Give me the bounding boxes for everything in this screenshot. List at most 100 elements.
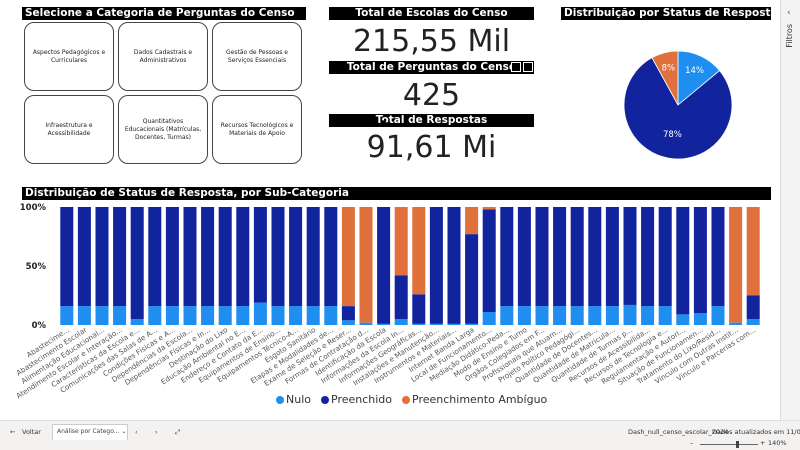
focus-mode-icon[interactable] [511, 62, 521, 72]
page-tab-analise[interactable]: Análise por Catego... ⌄ [52, 424, 128, 440]
bar-segment[interactable] [165, 207, 179, 307]
bar-segment[interactable] [465, 323, 479, 325]
bar-segment[interactable] [218, 306, 232, 325]
bar-segment[interactable] [676, 314, 690, 325]
bar-segment[interactable] [588, 207, 602, 307]
bar-segment[interactable] [535, 207, 549, 307]
chevron-left-icon[interactable]: ‹ [135, 428, 138, 436]
bar-segment[interactable] [623, 207, 637, 305]
bar-segment[interactable] [95, 306, 109, 325]
bar-segment[interactable] [130, 319, 144, 325]
bar-segment[interactable] [95, 207, 109, 307]
bar-segment[interactable] [517, 207, 531, 307]
bar-segment[interactable] [289, 207, 303, 307]
bar-segment[interactable] [201, 306, 215, 325]
bar-segment[interactable] [60, 306, 74, 325]
bar-segment[interactable] [412, 294, 426, 324]
bar-segment[interactable] [658, 207, 672, 307]
bar-segment[interactable] [113, 306, 127, 325]
bar-segment[interactable] [500, 207, 514, 307]
category-button[interactable]: Gestão de Pessoas e Serviços Essenciais [212, 22, 302, 91]
category-button[interactable]: Recursos Tecnológicos e Materiais de Apo… [212, 95, 302, 164]
bar-segment[interactable] [605, 207, 619, 307]
bar-segment[interactable] [482, 209, 496, 313]
subcategory-stacked-bar-chart[interactable]: 0%50%100%Abastecime...Abastecimento Esco… [0, 198, 780, 403]
bar-segment[interactable] [253, 207, 267, 303]
bar-segment[interactable] [341, 320, 355, 325]
bar-segment[interactable] [535, 306, 549, 325]
bar-segment[interactable] [623, 304, 637, 325]
bar-segment[interactable] [60, 207, 74, 307]
bar-segment[interactable] [236, 306, 250, 325]
bar-segment[interactable] [746, 295, 760, 320]
bar-segment[interactable] [693, 313, 707, 325]
bar-segment[interactable] [324, 207, 338, 307]
bar-segment[interactable] [553, 207, 567, 307]
category-button[interactable]: Quantitativos Educacionais (Matrículas, … [118, 95, 208, 164]
back-button[interactable]: Voltar [22, 428, 41, 436]
legend-entry-nulo[interactable]: Nulo [276, 393, 311, 406]
bar-segment[interactable] [412, 323, 426, 325]
zoom-slider[interactable] [700, 444, 758, 445]
bar-segment[interactable] [412, 207, 426, 295]
bar-segment[interactable] [289, 306, 303, 325]
bar-segment[interactable] [77, 207, 91, 307]
status-pie-chart[interactable]: 14% 78% 8% [608, 35, 748, 175]
bar-segment[interactable] [377, 323, 391, 325]
bar-segment[interactable] [570, 207, 584, 307]
bar-segment[interactable] [746, 319, 760, 325]
bar-segment[interactable] [341, 306, 355, 321]
bar-segment[interactable] [482, 207, 496, 210]
bar-segment[interactable] [729, 322, 743, 325]
bar-segment[interactable] [429, 207, 443, 324]
bar-segment[interactable] [711, 306, 725, 325]
bar-segment[interactable] [465, 234, 479, 324]
bar-segment[interactable] [729, 207, 743, 323]
bar-segment[interactable] [77, 306, 91, 325]
bar-segment[interactable] [394, 275, 408, 320]
legend-entry-ambiguo[interactable]: Preenchimento Ambíguo [402, 393, 547, 406]
category-button[interactable]: Dados Cadastrais e Administrativos [118, 22, 208, 91]
bar-segment[interactable] [218, 207, 232, 307]
bar-segment[interactable] [447, 207, 461, 324]
bar-segment[interactable] [183, 207, 197, 307]
bar-segment[interactable] [394, 207, 408, 276]
bar-segment[interactable] [429, 323, 443, 325]
bar-segment[interactable] [605, 306, 619, 325]
bar-segment[interactable] [676, 207, 690, 315]
legend-entry-preenchido[interactable]: Preenchido [321, 393, 392, 406]
bar-segment[interactable] [447, 323, 461, 325]
zoom-slider-thumb[interactable] [736, 441, 739, 448]
bar-segment[interactable] [148, 306, 162, 325]
bar-segment[interactable] [306, 207, 320, 307]
bar-segment[interactable] [693, 207, 707, 314]
bar-segment[interactable] [641, 306, 655, 325]
bar-segment[interactable] [517, 306, 531, 325]
bar-segment[interactable] [271, 207, 285, 307]
filters-pane-collapsed[interactable]: ‹ Filtros [780, 0, 800, 420]
category-button[interactable]: Aspectos Pedagógicos e Curriculares [24, 22, 114, 91]
bar-segment[interactable] [359, 207, 373, 323]
bar-segment[interactable] [746, 207, 760, 296]
bar-segment[interactable] [377, 207, 391, 324]
back-arrow-icon[interactable]: ← [10, 428, 15, 436]
bar-segment[interactable] [236, 207, 250, 307]
bar-segment[interactable] [658, 306, 672, 325]
bar-segment[interactable] [324, 306, 338, 325]
bar-segment[interactable] [201, 207, 215, 307]
zoom-in-button[interactable]: + [760, 439, 765, 447]
zoom-out-button[interactable]: – [690, 439, 693, 447]
bar-segment[interactable] [711, 207, 725, 307]
bar-segment[interactable] [306, 306, 320, 325]
category-button[interactable]: Infraestrutura e Acessibilidade [24, 95, 114, 164]
bar-segment[interactable] [341, 207, 355, 307]
bar-segment[interactable] [465, 207, 479, 235]
bar-segment[interactable] [359, 322, 373, 325]
bar-segment[interactable] [253, 302, 267, 325]
bar-segment[interactable] [553, 306, 567, 325]
bar-segment[interactable] [482, 312, 496, 325]
bar-segment[interactable] [165, 306, 179, 325]
bar-segment[interactable] [570, 306, 584, 325]
bar-segment[interactable] [500, 306, 514, 325]
bar-segment[interactable] [271, 306, 285, 325]
